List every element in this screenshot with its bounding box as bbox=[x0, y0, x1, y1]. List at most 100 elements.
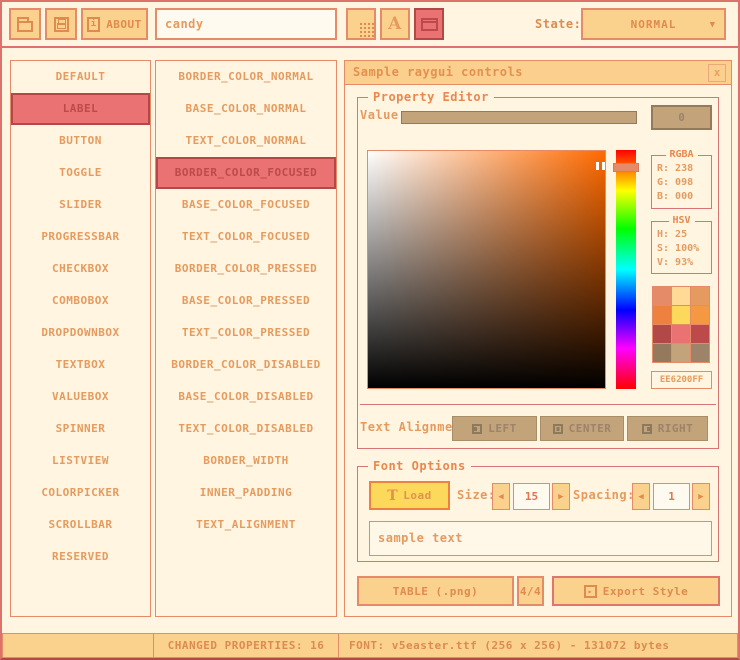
value-label: Value: bbox=[360, 108, 406, 122]
sample-text-input[interactable]: sample text bbox=[369, 521, 712, 556]
hex-color-input[interactable]: EE6200FF bbox=[651, 371, 712, 389]
properties-list-item[interactable]: BORDER_COLOR_DISABLED bbox=[156, 349, 336, 381]
style-name-input[interactable] bbox=[155, 8, 337, 40]
font-size-decrease-button[interactable]: ◀ bbox=[492, 483, 510, 510]
rgba-g: G: 098 bbox=[652, 176, 711, 190]
properties-list-item[interactable]: TEXT_COLOR_FOCUSED bbox=[156, 221, 336, 253]
rgba-b: B: 000 bbox=[652, 190, 711, 204]
style-table-mode-button[interactable] bbox=[346, 8, 376, 40]
palette-swatch[interactable] bbox=[672, 287, 690, 305]
properties-list-item[interactable]: BORDER_WIDTH bbox=[156, 445, 336, 477]
palette-swatch[interactable] bbox=[691, 287, 709, 305]
load-font-button[interactable]: T Load bbox=[369, 481, 450, 510]
controls-list-item[interactable]: VALUEBOX bbox=[11, 381, 150, 413]
palette-swatch[interactable] bbox=[653, 306, 671, 324]
open-file-button[interactable] bbox=[9, 8, 41, 40]
font-size-label: Size: bbox=[457, 488, 496, 502]
controls-list-item[interactable]: DROPDOWNBOX bbox=[11, 317, 150, 349]
color-picker-gradient[interactable] bbox=[367, 150, 606, 389]
properties-list-item[interactable]: BORDER_COLOR_PRESSED bbox=[156, 253, 336, 285]
save-file-button[interactable] bbox=[45, 8, 77, 40]
chevron-right-icon: ▶ bbox=[558, 492, 563, 502]
load-font-label: Load bbox=[403, 489, 432, 502]
window-titlebar: Sample raygui controls x bbox=[345, 61, 731, 85]
controls-list-item[interactable]: RESERVED bbox=[11, 541, 150, 573]
font-spacing-increase-button[interactable]: ▶ bbox=[692, 483, 710, 510]
about-button[interactable]: i ABOUT bbox=[81, 8, 148, 40]
align-right-button[interactable]: RIGHT bbox=[627, 416, 708, 441]
properties-list-item[interactable]: TEXT_COLOR_NORMAL bbox=[156, 125, 336, 157]
font-spacing-value[interactable]: 1 bbox=[653, 483, 690, 510]
chevron-down-icon: ▼ bbox=[710, 20, 716, 30]
font-spacing-decrease-button[interactable]: ◀ bbox=[632, 483, 650, 510]
controls-list-item[interactable]: COLORPICKER bbox=[11, 477, 150, 509]
palette-swatch[interactable] bbox=[691, 306, 709, 324]
export-style-label: Export Style bbox=[603, 585, 688, 598]
palette-swatch[interactable] bbox=[672, 344, 690, 362]
close-icon[interactable]: x bbox=[708, 64, 726, 82]
controls-list-item[interactable]: CHECKBOX bbox=[11, 253, 150, 285]
align-right-label: RIGHT bbox=[658, 422, 694, 435]
align-center-button[interactable]: CENTER bbox=[540, 416, 624, 441]
export-table-button[interactable]: TABLE (.png) bbox=[357, 576, 514, 606]
properties-list-item[interactable]: INNER_PADDING bbox=[156, 477, 336, 509]
hue-bar[interactable] bbox=[616, 150, 636, 389]
controls-list-item[interactable]: COMBOBOX bbox=[11, 285, 150, 317]
palette-swatch[interactable] bbox=[691, 325, 709, 343]
controls-list-item-selected[interactable]: LABEL bbox=[11, 93, 150, 125]
palette-swatch[interactable] bbox=[691, 344, 709, 362]
properties-list-item[interactable]: BASE_COLOR_NORMAL bbox=[156, 93, 336, 125]
palette-swatch[interactable] bbox=[672, 325, 690, 343]
status-font-info: FONT: v5easter.ttf (256 x 256) - 131072 … bbox=[338, 633, 738, 658]
align-left-button[interactable]: LEFT bbox=[452, 416, 537, 441]
state-label: State: bbox=[535, 8, 581, 40]
controls-mode-button[interactable] bbox=[414, 8, 444, 40]
properties-list-item-selected[interactable]: BORDER_COLOR_FOCUSED bbox=[156, 157, 336, 189]
controls-list-item[interactable]: PROGRESSBAR bbox=[11, 221, 150, 253]
sample-controls-window: Sample raygui controls x Property Editor… bbox=[344, 60, 732, 617]
toolbar: i ABOUT A State: NORMAL ▼ bbox=[2, 2, 738, 48]
properties-list-item[interactable]: TEXT_COLOR_DISABLED bbox=[156, 413, 336, 445]
grid-icon bbox=[354, 17, 368, 31]
property-editor-group: Property Editor Value: 0 RGBA R: 238 G: … bbox=[357, 97, 719, 449]
properties-list-item[interactable]: BORDER_COLOR_NORMAL bbox=[156, 61, 336, 93]
value-slider[interactable] bbox=[401, 111, 637, 124]
font-mode-button[interactable]: A bbox=[380, 8, 410, 40]
font-size-increase-button[interactable]: ▶ bbox=[552, 483, 570, 510]
properties-list-item[interactable]: TEXT_COLOR_PRESSED bbox=[156, 317, 336, 349]
font-spacing-label: Spacing: bbox=[573, 488, 635, 502]
info-icon: i bbox=[87, 17, 100, 32]
palette-swatch[interactable] bbox=[653, 325, 671, 343]
hsv-v: V: 93% bbox=[652, 256, 711, 270]
palette-swatch[interactable] bbox=[653, 287, 671, 305]
controls-list-item[interactable]: LISTVIEW bbox=[11, 445, 150, 477]
export-table-label: TABLE (.png) bbox=[393, 585, 478, 598]
properties-list-item[interactable]: BASE_COLOR_PRESSED bbox=[156, 285, 336, 317]
separator-line bbox=[360, 404, 716, 405]
font-size-value[interactable]: 15 bbox=[513, 483, 550, 510]
hue-slider-handle[interactable] bbox=[613, 163, 639, 172]
properties-list-item[interactable]: TEXT_ALIGNMENT bbox=[156, 509, 336, 541]
export-style-button[interactable]: ▸ Export Style bbox=[552, 576, 720, 606]
export-format-value: 4/4 bbox=[520, 585, 541, 598]
controls-list: DEFAULT LABEL BUTTON TOGGLE SLIDER PROGR… bbox=[10, 60, 151, 617]
palette-swatch[interactable] bbox=[672, 306, 690, 324]
state-dropdown[interactable]: NORMAL ▼ bbox=[581, 8, 726, 40]
align-right-icon bbox=[642, 424, 652, 434]
properties-list-item[interactable]: BASE_COLOR_FOCUSED bbox=[156, 189, 336, 221]
controls-list-item[interactable]: SLIDER bbox=[11, 189, 150, 221]
rguistyler-app: i ABOUT A State: NORMAL ▼ DEFAULT LABEL … bbox=[0, 0, 740, 660]
controls-list-item[interactable]: TEXTBOX bbox=[11, 349, 150, 381]
controls-list-item[interactable]: BUTTON bbox=[11, 125, 150, 157]
value-box[interactable]: 0 bbox=[651, 105, 712, 130]
controls-list-item[interactable]: SPINNER bbox=[11, 413, 150, 445]
save-icon bbox=[54, 17, 69, 32]
palette-swatch[interactable] bbox=[653, 344, 671, 362]
properties-list-item[interactable]: BASE_COLOR_DISABLED bbox=[156, 381, 336, 413]
controls-list-item[interactable]: TOGGLE bbox=[11, 157, 150, 189]
controls-list-item[interactable]: DEFAULT bbox=[11, 61, 150, 93]
color-picker-cursor bbox=[596, 162, 599, 170]
export-format-indicator[interactable]: 4/4 bbox=[517, 576, 544, 606]
controls-list-item[interactable]: SCROLLBAR bbox=[11, 509, 150, 541]
font-options-title: Font Options bbox=[368, 459, 471, 473]
